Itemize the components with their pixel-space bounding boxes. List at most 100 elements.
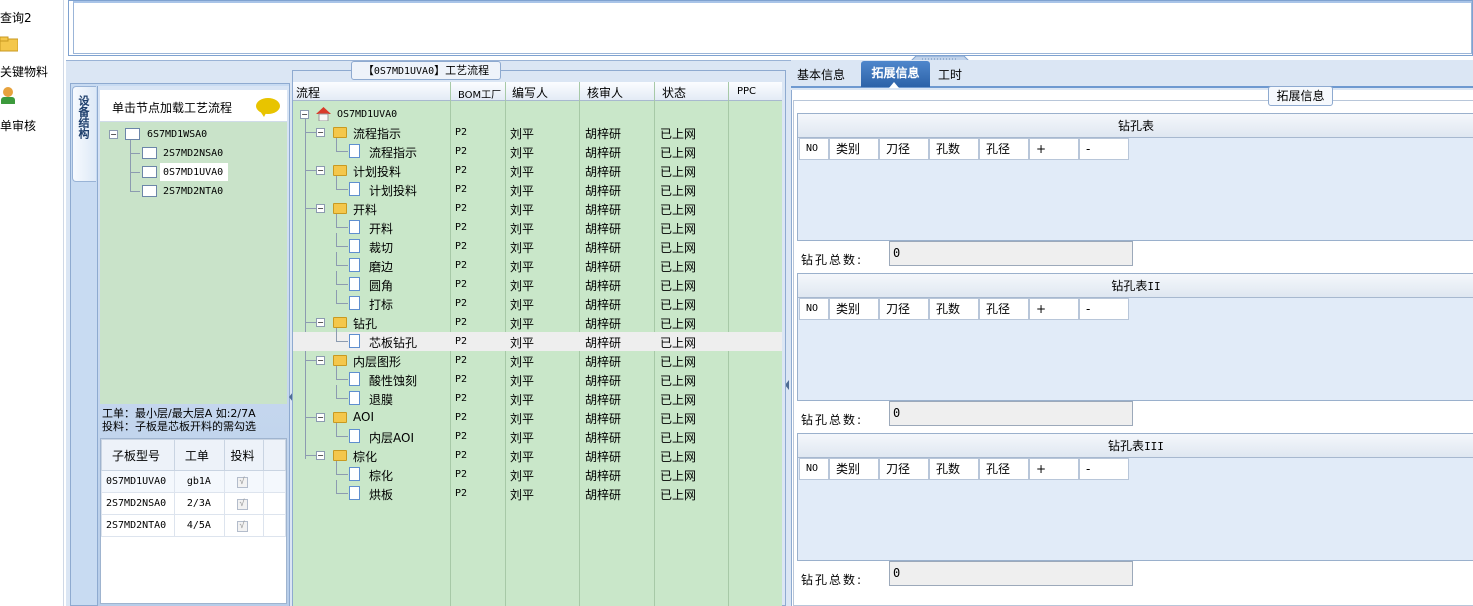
- cell-bom: P2: [455, 260, 468, 271]
- drill-total-field[interactable]: 0: [889, 561, 1133, 586]
- cell-model[interactable]: 0S7MD1UVA0: [101, 470, 175, 493]
- collapse-toggle[interactable]: −: [316, 128, 325, 137]
- cell-model[interactable]: 2S7MD2NSA0: [101, 492, 175, 515]
- cell-writer: 刘平: [510, 393, 535, 407]
- cell-status: 已上网: [660, 317, 697, 331]
- drill-total-field[interactable]: 0: [889, 401, 1133, 426]
- col-reviewer[interactable]: 核审人: [587, 84, 623, 101]
- subboard-table: 子板型号 工单 投料 0S7MD1UVA0 gb1A √ 2S7MD2NSA0 …: [100, 438, 287, 604]
- folder-icon[interactable]: [0, 34, 18, 52]
- collapse-toggle[interactable]: −: [316, 204, 325, 213]
- tree-node[interactable]: 2S7MD2NSA0: [163, 148, 223, 159]
- add-row-button[interactable]: +: [1029, 298, 1079, 320]
- table-row[interactable]: 开料 P2 刘平 胡梓研 已上网: [293, 214, 782, 237]
- tree-node[interactable]: 2S7MD2NTA0: [163, 186, 223, 197]
- cell-order[interactable]: 4/5A: [173, 514, 225, 537]
- table-row[interactable]: 打标 P2 刘平 胡梓研 已上网: [293, 290, 782, 313]
- table-row[interactable]: 退膜 P2 刘平 胡梓研 已上网: [293, 385, 782, 408]
- table-row[interactable]: − 内层图形 P2 刘平 胡梓研 已上网: [293, 351, 782, 370]
- cell-bom: P2: [455, 127, 468, 138]
- cell-writer: 刘平: [510, 260, 535, 274]
- table-row[interactable]: − 开料 P2 刘平 胡梓研 已上网: [293, 199, 782, 218]
- table-row[interactable]: 芯板钻孔 P2 刘平 胡梓研 已上网: [293, 328, 782, 351]
- extended-info-legend: 拓展信息: [1268, 86, 1333, 106]
- cell-reviewer: 胡梓研: [585, 279, 622, 293]
- speech-bubble-icon: [256, 98, 280, 117]
- cell-status: 已上网: [660, 165, 697, 179]
- tree-node-root[interactable]: 6S7MD1WSA0: [147, 129, 207, 140]
- feed-checkbox[interactable]: √: [236, 520, 248, 532]
- collapse-toggle[interactable]: −: [109, 130, 118, 139]
- col-ppc[interactable]: PPC: [737, 86, 756, 97]
- document-icon: [349, 334, 360, 348]
- table-row[interactable]: 磨边 P2 刘平 胡梓研 已上网: [293, 252, 782, 275]
- cell-order[interactable]: gb1A: [173, 470, 225, 493]
- collapse-toggle[interactable]: −: [316, 356, 325, 365]
- folder-icon: [333, 450, 347, 461]
- home-icon: [316, 107, 331, 121]
- table-row[interactable]: 裁切 P2 刘平 胡梓研 已上网: [293, 233, 782, 256]
- flow-step-name: 开料: [353, 203, 378, 217]
- cell-order[interactable]: 2/3A: [173, 492, 225, 515]
- cell-model[interactable]: 2S7MD2NTA0: [101, 514, 175, 537]
- cell-writer: 刘平: [510, 412, 535, 426]
- table-row[interactable]: 2S7MD2NTA0 4/5A √: [101, 514, 286, 537]
- user-icon[interactable]: [0, 86, 18, 104]
- cell-bom: P2: [455, 298, 468, 309]
- collapse-toggle[interactable]: −: [300, 110, 309, 119]
- feed-checkbox[interactable]: √: [236, 476, 248, 488]
- tab-device-structure[interactable]: 设备结构: [72, 86, 96, 182]
- col-status[interactable]: 状态: [662, 84, 686, 101]
- remove-row-button[interactable]: -: [1079, 458, 1129, 480]
- col-model[interactable]: 子板型号: [101, 439, 175, 471]
- process-flow-title: 【0S7MD1UVA0】工艺流程: [351, 61, 501, 80]
- collapse-toggle[interactable]: −: [316, 318, 325, 327]
- top-panel-inner: [73, 1, 1472, 54]
- table-row[interactable]: 计划投料 P2 刘平 胡梓研 已上网: [293, 176, 782, 199]
- nav-item-query[interactable]: 查询2: [0, 9, 32, 26]
- column-header: 孔数: [929, 298, 979, 320]
- drill-total-field[interactable]: 0: [889, 241, 1133, 266]
- tab-work-hours[interactable]: 工时: [938, 66, 962, 83]
- table-row[interactable]: 流程指示 P2 刘平 胡梓研 已上网: [293, 138, 782, 161]
- table-row[interactable]: − 计划投料 P2 刘平 胡梓研 已上网: [293, 161, 782, 180]
- col-bom[interactable]: BOM工厂: [458, 86, 501, 101]
- nav-item-review[interactable]: 单审核: [0, 117, 36, 134]
- table-row[interactable]: − 钻孔 P2 刘平 胡梓研 已上网: [293, 313, 782, 332]
- table-row[interactable]: − AOI P2 刘平 胡梓研 已上网: [293, 408, 782, 427]
- cell-status: 已上网: [660, 469, 697, 483]
- col-writer[interactable]: 编写人: [512, 84, 548, 101]
- collapse-toggle[interactable]: −: [316, 413, 325, 422]
- cell-reviewer: 胡梓研: [585, 260, 622, 274]
- table-row[interactable]: 酸性蚀刻 P2 刘平 胡梓研 已上网: [293, 366, 782, 389]
- table-row[interactable]: 圆角 P2 刘平 胡梓研 已上网: [293, 271, 782, 294]
- cell-reviewer: 胡梓研: [585, 184, 622, 198]
- feed-checkbox[interactable]: √: [236, 498, 248, 510]
- cell-reviewer: 胡梓研: [585, 393, 622, 407]
- add-row-button[interactable]: +: [1029, 458, 1079, 480]
- tab-basic-info[interactable]: 基本信息: [797, 66, 845, 83]
- add-row-button[interactable]: +: [1029, 138, 1079, 160]
- table-row[interactable]: − 棕化 P2 刘平 胡梓研 已上网: [293, 446, 782, 465]
- cell-writer: 刘平: [510, 355, 535, 369]
- nav-item-key-material[interactable]: 关键物料: [0, 63, 48, 80]
- table-row[interactable]: 2S7MD2NSA0 2/3A √: [101, 492, 286, 515]
- col-order[interactable]: 工单: [173, 439, 225, 471]
- col-feed[interactable]: 投料: [223, 439, 265, 471]
- node-icon: [142, 147, 157, 159]
- flow-step-name: 圆角: [369, 279, 394, 293]
- drill-total-label: 钻孔总数:: [801, 573, 864, 587]
- remove-row-button[interactable]: -: [1079, 298, 1129, 320]
- cell-reviewer: 胡梓研: [585, 165, 622, 179]
- table-row[interactable]: 内层AOI P2 刘平 胡梓研 已上网: [293, 423, 782, 446]
- collapse-toggle[interactable]: −: [316, 451, 325, 460]
- table-row[interactable]: − 流程指示 P2 刘平 胡梓研 已上网: [293, 123, 782, 142]
- remove-row-button[interactable]: -: [1079, 138, 1129, 160]
- table-row[interactable]: 棕化 P2 刘平 胡梓研 已上网: [293, 461, 782, 484]
- tree-node-selected[interactable]: 0S7MD1UVA0: [163, 167, 223, 178]
- flow-root[interactable]: OS7MD1UVA0: [337, 109, 397, 120]
- collapse-toggle[interactable]: −: [316, 166, 325, 175]
- table-row[interactable]: 烘板 P2 刘平 胡梓研 已上网: [293, 480, 782, 503]
- col-flow[interactable]: 流程: [296, 84, 320, 101]
- table-row[interactable]: 0S7MD1UVA0 gb1A √: [101, 470, 286, 493]
